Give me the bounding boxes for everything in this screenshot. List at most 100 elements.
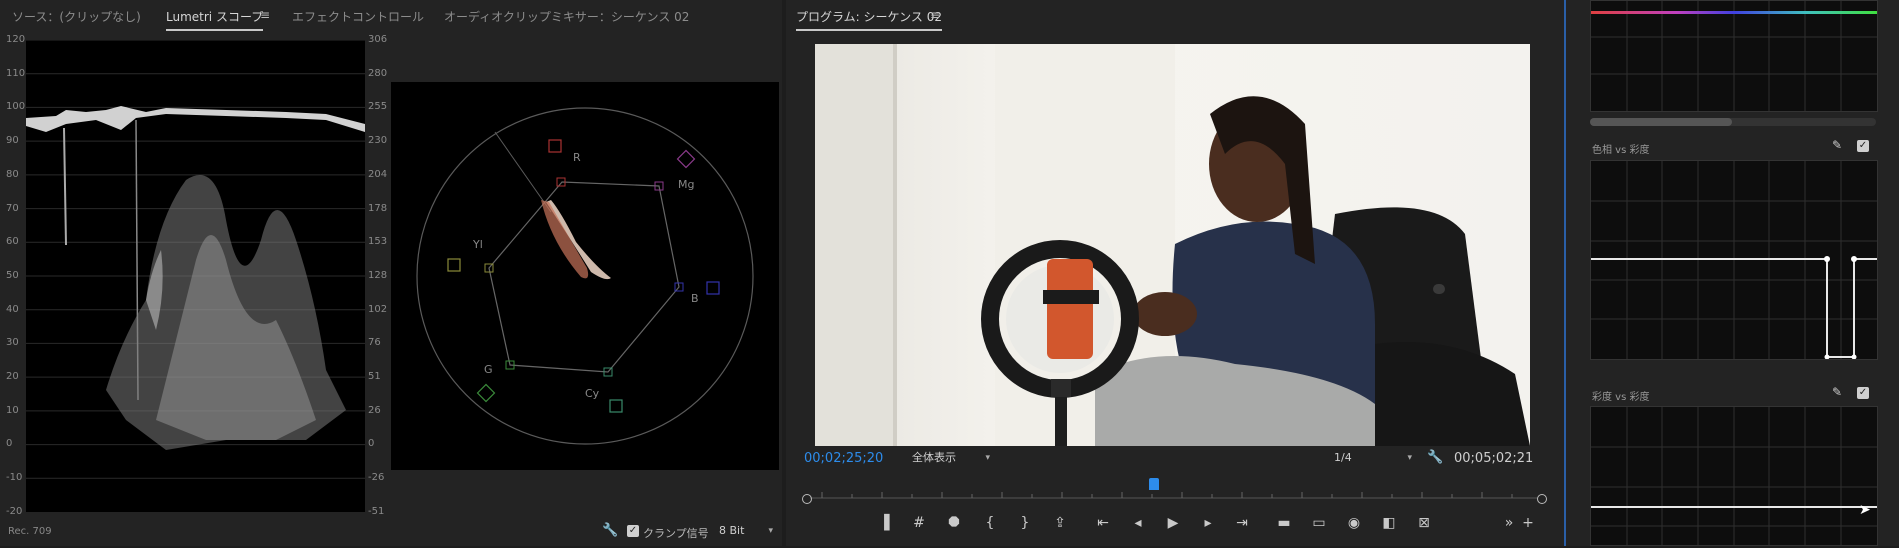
playhead[interactable] xyxy=(1148,478,1159,490)
video-frame[interactable] xyxy=(815,44,1530,446)
waveform-left-tick: 0 xyxy=(6,438,13,450)
curve-graph-sat-sat xyxy=(1591,407,1877,545)
sat-vs-sat-checkbox[interactable]: ✓ xyxy=(1857,387,1869,399)
waveform-left-tick: -10 xyxy=(6,472,23,484)
zoom-dropdown[interactable]: 全体表示 ▾ xyxy=(912,449,992,467)
extract-icon[interactable]: ▭ xyxy=(1309,513,1329,533)
waveform-right-tick: 280 xyxy=(368,67,388,79)
waveform-right-tick: 76 xyxy=(368,337,381,349)
sat-vs-sat-label: 彩度 vs 彩度 xyxy=(1592,392,1650,403)
vectorscope-graph xyxy=(416,107,754,445)
waveform-left-tick: 50 xyxy=(6,269,19,281)
panel-menu-icon[interactable]: ≡ xyxy=(930,8,940,22)
waveform-right-tick: -26 xyxy=(368,472,385,484)
curve-graph-hue-sat xyxy=(1591,161,1877,360)
vectorscope-label-b: B xyxy=(691,292,699,305)
clamp-signal-checkbox[interactable]: ✓ xyxy=(627,525,639,537)
comparison-view-icon[interactable]: ◧ xyxy=(1379,513,1399,533)
time-ruler[interactable] xyxy=(802,478,1546,500)
tab-audio-clip-mixer[interactable]: オーディオクリップミキサー：シーケンス 02 xyxy=(444,8,689,25)
safe-margins-icon[interactable]: # xyxy=(909,513,929,533)
play-icon[interactable]: ▶ xyxy=(1163,513,1183,533)
add-marker-icon[interactable]: ▐ xyxy=(874,513,894,533)
more-icon[interactable]: » xyxy=(1499,513,1519,533)
resolution-value: 1/4 xyxy=(1334,451,1352,464)
curve-scrollbar[interactable] xyxy=(1590,118,1876,126)
waveform-left-tick: -20 xyxy=(6,505,23,517)
zoom-value: 全体表示 xyxy=(912,451,956,464)
hue-sat-curve-top[interactable] xyxy=(1590,0,1878,112)
sat-vs-sat-curve[interactable] xyxy=(1590,406,1878,546)
eyedropper-icon[interactable]: ✎ xyxy=(1832,138,1842,152)
hue-vs-sat-curve[interactable] xyxy=(1590,160,1878,360)
curve-grid-top xyxy=(1591,1,1877,111)
chevron-down-icon: ▾ xyxy=(1407,453,1412,463)
waveform-right-tick: 102 xyxy=(368,303,388,315)
duration-timecode: 00;05;02;21 xyxy=(1454,451,1534,466)
waveform-left-tick: 110 xyxy=(6,67,26,79)
vectorscope-label-r: R xyxy=(573,151,581,164)
color-space-label: Rec. 709 xyxy=(8,526,52,537)
step-back-icon[interactable]: ◂ xyxy=(1128,513,1148,533)
waveform-right-tick: 153 xyxy=(368,236,388,248)
program-monitor-title[interactable]: プログラム: シーケンス 02 xyxy=(796,8,942,31)
add-button-icon[interactable]: + xyxy=(1518,513,1538,533)
waveform-left-tick: 100 xyxy=(6,101,26,113)
vectorscope-label-g: G xyxy=(484,363,493,376)
waveform-left-tick: 10 xyxy=(6,404,19,416)
waveform-left-tick: 40 xyxy=(6,303,19,315)
video-image xyxy=(815,44,1530,446)
vectorscope-label-mg: Mg xyxy=(678,178,695,191)
tab-source[interactable]: ソース：(クリップなし) xyxy=(12,8,141,25)
scrollbar-thumb[interactable] xyxy=(1590,118,1732,126)
waveform-scope xyxy=(26,39,365,512)
wrench-icon[interactable]: 🔧 xyxy=(602,523,618,538)
panel-menu-icon[interactable]: ≡ xyxy=(260,8,270,22)
waveform-right-tick: 178 xyxy=(368,202,388,214)
vectorscope: R Mg B Cy G Yl xyxy=(391,82,779,470)
time-ruler-ticks xyxy=(810,492,1538,499)
lumetri-scopes-panel: ソース：(クリップなし) Lumetri スコープ ≡ エフェクトコントロール … xyxy=(0,0,782,546)
export-icon[interactable]: ⇪ xyxy=(1050,513,1070,533)
go-to-in-icon[interactable]: ⇤ xyxy=(1093,513,1113,533)
waveform-left-tick: 20 xyxy=(6,371,19,382)
step-forward-icon[interactable]: ▸ xyxy=(1198,513,1218,533)
current-timecode[interactable]: 00;02;25;20 xyxy=(804,451,883,466)
settings-wrench-icon[interactable]: 🔧 xyxy=(1427,450,1443,465)
camera-icon[interactable]: ◉ xyxy=(1344,513,1364,533)
out-point-handle[interactable] xyxy=(1537,494,1547,504)
waveform-left-tick: 30 xyxy=(6,337,19,349)
multi-camera-icon[interactable]: ⊠ xyxy=(1414,513,1434,533)
bit-depth-value: 8 Bit xyxy=(719,524,745,537)
in-point-handle[interactable] xyxy=(802,494,812,504)
mark-in-icon[interactable]: { xyxy=(980,513,1000,533)
hue-vs-sat-label: 色相 vs 彩度 xyxy=(1592,145,1650,156)
waveform-left-tick: 90 xyxy=(6,135,19,147)
chevron-down-icon: ▾ xyxy=(985,453,990,463)
chevron-down-icon: ▾ xyxy=(768,526,773,536)
lift-icon[interactable]: ▬ xyxy=(1274,513,1294,533)
waveform-right-tick: -51 xyxy=(368,505,385,517)
eyedropper-icon[interactable]: ✎ xyxy=(1832,385,1842,399)
waveform-right-tick: 0 xyxy=(368,438,375,450)
waveform-right-tick: 204 xyxy=(368,168,388,180)
waveform-left-tick: 60 xyxy=(6,236,19,248)
hue-vs-sat-checkbox[interactable]: ✓ xyxy=(1857,140,1869,152)
tab-effect-controls[interactable]: エフェクトコントロール xyxy=(292,8,424,25)
go-to-out-icon[interactable]: ⇥ xyxy=(1232,513,1252,533)
clamp-signal-label: クランプ信号 xyxy=(643,527,709,540)
resolution-dropdown[interactable]: 1/4 ▾ xyxy=(1334,449,1414,467)
mark-out-icon[interactable]: } xyxy=(1015,513,1035,533)
waveform-left-tick: 70 xyxy=(6,202,19,214)
waveform-right-tick: 255 xyxy=(368,101,388,113)
bit-depth-dropdown[interactable]: 8 Bit ▾ xyxy=(719,522,775,540)
waveform-right-tick: 128 xyxy=(368,269,388,281)
tab-lumetri-scopes[interactable]: Lumetri スコープ xyxy=(166,8,264,31)
marker-icon[interactable]: ⯃ xyxy=(944,513,964,533)
waveform-right-tick: 230 xyxy=(368,135,388,147)
waveform-right-tick: 306 xyxy=(368,34,388,45)
mouse-cursor-icon: ➤ xyxy=(1859,502,1871,518)
vectorscope-label-cy: Cy xyxy=(585,387,600,400)
waveform-graph xyxy=(26,39,365,479)
waveform-right-tick: 51 xyxy=(368,371,381,382)
